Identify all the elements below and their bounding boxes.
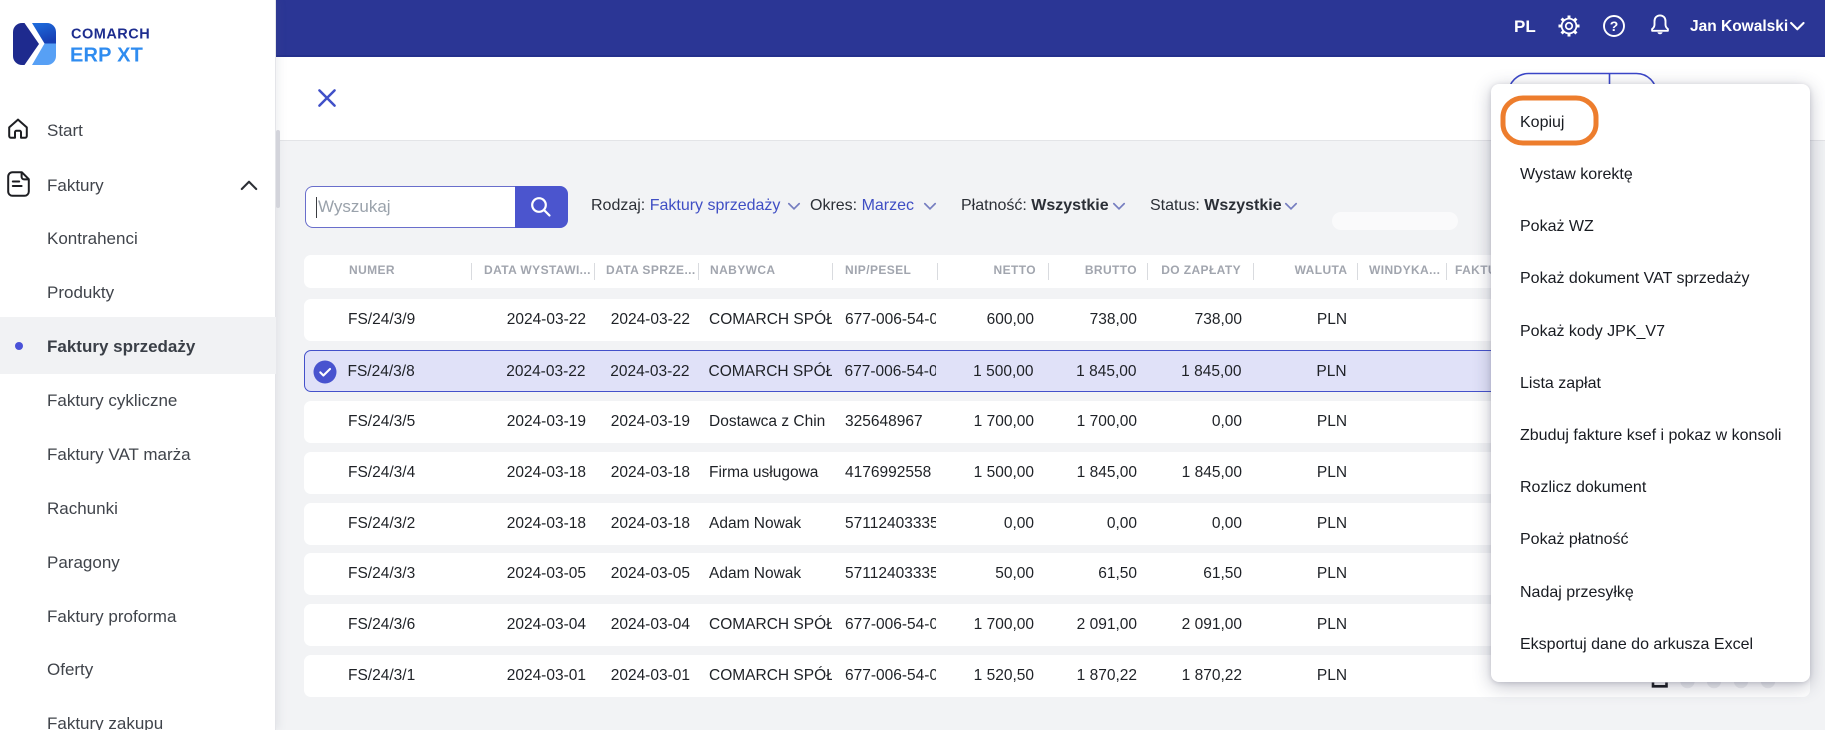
svg-text:ERP XT: ERP XT	[70, 45, 143, 67]
svg-text:COMARCH: COMARCH	[71, 27, 150, 43]
svg-text:?: ?	[1610, 18, 1619, 34]
